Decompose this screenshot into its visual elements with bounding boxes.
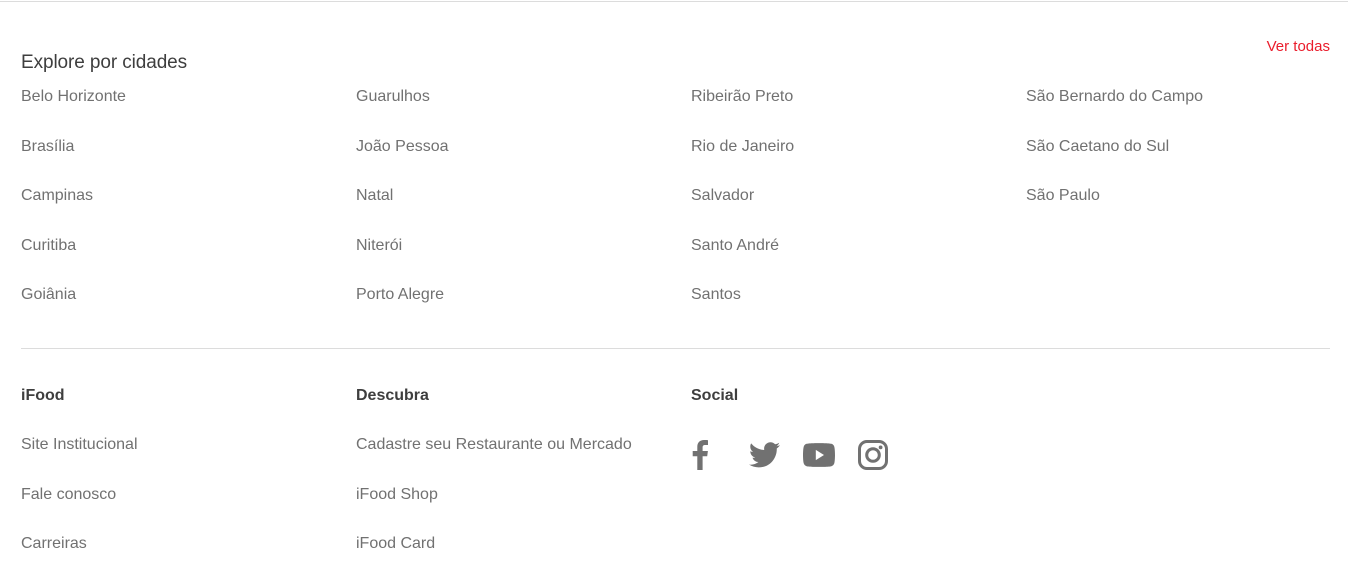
footer-links: iFood Site Institucional Fale conosco Ca… xyxy=(21,385,1021,583)
footer-column-social: Social xyxy=(691,385,1021,583)
footer-heading-ifood: iFood xyxy=(21,387,65,404)
footer-link[interactable]: iFood Card xyxy=(356,533,691,583)
city-link[interactable]: Curitiba xyxy=(21,235,356,285)
footer-heading-social: Social xyxy=(691,387,739,404)
footer-link[interactable]: Site Institucional xyxy=(21,434,356,484)
cities-column-1: Belo Horizonte Brasília Campinas Curitib… xyxy=(21,86,356,334)
top-divider xyxy=(0,1,1348,2)
facebook-icon[interactable] xyxy=(691,439,709,471)
footer-column-discover: Descubra Cadastre seu Restaurante ou Mer… xyxy=(356,385,691,583)
city-link[interactable]: Ribeirão Preto xyxy=(691,86,1026,136)
cities-column-4: São Bernardo do Campo São Caetano do Sul… xyxy=(1026,86,1330,334)
cities-column-3: Ribeirão Preto Rio de Janeiro Salvador S… xyxy=(691,86,1026,334)
city-link[interactable]: Porto Alegre xyxy=(356,284,691,334)
section-divider xyxy=(21,348,1330,349)
cities-column-2: Guarulhos João Pessoa Natal Niterói Port… xyxy=(356,86,691,334)
see-all-cities-link[interactable]: Ver todas xyxy=(1267,36,1330,58)
city-link[interactable]: Niterói xyxy=(356,235,691,285)
city-link[interactable]: São Paulo xyxy=(1026,185,1330,235)
footer-link[interactable]: Fale conosco xyxy=(21,484,356,534)
city-link[interactable]: Brasília xyxy=(21,136,356,186)
footer-column-ifood: iFood Site Institucional Fale conosco Ca… xyxy=(21,385,356,583)
city-link[interactable]: João Pessoa xyxy=(356,136,691,186)
cities-title: Explore por cidades xyxy=(21,51,188,73)
footer-link[interactable]: iFood Shop xyxy=(356,484,691,534)
youtube-icon[interactable] xyxy=(803,439,835,471)
city-link[interactable]: Belo Horizonte xyxy=(21,86,356,136)
city-link[interactable]: Guarulhos xyxy=(356,86,691,136)
footer-heading-discover: Descubra xyxy=(356,387,429,404)
city-link[interactable]: Natal xyxy=(356,185,691,235)
twitter-icon[interactable] xyxy=(749,439,780,471)
city-link[interactable]: São Bernardo do Campo xyxy=(1026,86,1330,136)
social-icons-row xyxy=(691,439,1021,471)
city-link[interactable]: Santos xyxy=(691,284,1026,334)
city-link[interactable]: Salvador xyxy=(691,185,1026,235)
city-link[interactable]: Rio de Janeiro xyxy=(691,136,1026,186)
city-link[interactable]: Santo André xyxy=(691,235,1026,285)
footer-link[interactable]: Cadastre seu Restaurante ou Mercado xyxy=(356,434,691,484)
cities-grid: Belo Horizonte Brasília Campinas Curitib… xyxy=(21,86,1330,334)
instagram-icon[interactable] xyxy=(858,439,888,471)
city-link[interactable]: Campinas xyxy=(21,185,356,235)
city-link[interactable]: São Caetano do Sul xyxy=(1026,136,1330,186)
cities-header: Explore por cidades Ver todas xyxy=(21,34,1330,73)
footer-link[interactable]: Carreiras xyxy=(21,533,356,583)
city-link[interactable]: Goiânia xyxy=(21,284,356,334)
